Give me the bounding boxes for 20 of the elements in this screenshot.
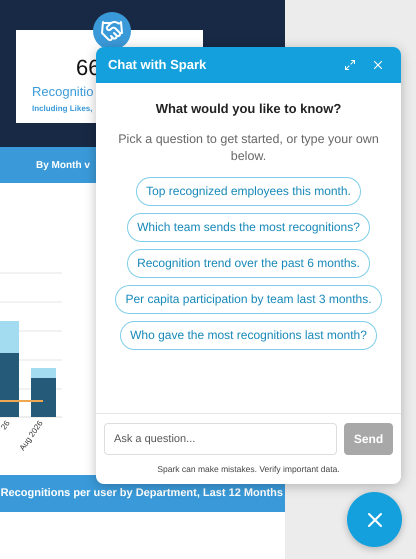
suggestion-chip[interactable]: Which team sends the most recognitions? (127, 212, 370, 242)
suggestion-chip[interactable]: Top recognized employees this month. (136, 176, 361, 206)
stat-label: Recognitio (32, 83, 94, 101)
chat-heading: What would you like to know? (156, 100, 342, 118)
average-line (0, 400, 43, 402)
chat-title: Chat with Spark (108, 56, 208, 74)
disclaimer: Spark can make mistakes. Verify important data. (156, 463, 341, 476)
question-input[interactable]: Ask a question... (104, 423, 337, 455)
stat-sublabel: Including Likes, (32, 103, 92, 115)
chat-intro: Pick a question to get started, or type your own below. (117, 130, 380, 164)
suggestion-chip[interactable]: Who gave the most recognitions last month? (120, 320, 377, 350)
section-title: Recognitions per user by Department, Last 12 Months (0, 486, 283, 502)
x-axis-label: 26 (0, 418, 12, 432)
close-chat-button[interactable] (347, 492, 402, 547)
suggestion-chip[interactable]: Recognition trend over the past 6 months. (127, 248, 370, 278)
suggestion-chip[interactable]: Per capita participation by team last 3 months. (115, 284, 382, 314)
close-icon (371, 58, 385, 72)
handshake-icon (100, 19, 124, 43)
expand-icon (344, 59, 356, 71)
section-title: By Month v (36, 158, 90, 172)
